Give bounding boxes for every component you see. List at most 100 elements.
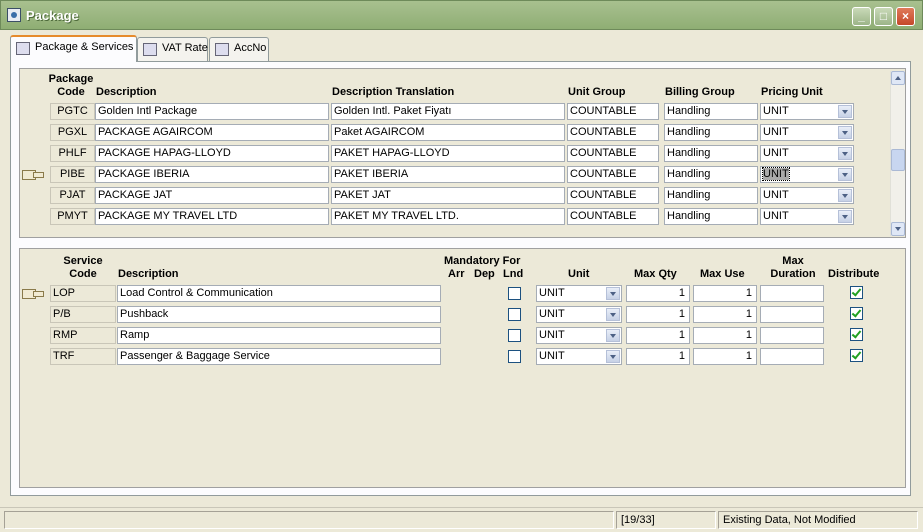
service-description-field-text: Load Control & Communication bbox=[120, 287, 273, 299]
max-use-field[interactable]: 1 bbox=[693, 306, 757, 323]
package-translation-field-text: Paket AGAIRCOM bbox=[334, 126, 425, 138]
package-billing-group-field[interactable]: Handling bbox=[664, 145, 758, 162]
package-unit-group-field[interactable]: COUNTABLE bbox=[567, 208, 659, 225]
package-unit-group-field[interactable]: COUNTABLE bbox=[567, 166, 659, 183]
minimize-icon[interactable]: _ bbox=[852, 7, 871, 26]
package-description-field-text: PACKAGE JAT bbox=[98, 189, 173, 201]
packages-scrollbar[interactable] bbox=[890, 71, 905, 236]
package-code-cell: PHLF bbox=[50, 145, 95, 162]
max-qty-field[interactable]: 1 bbox=[626, 348, 690, 365]
package-pricing-unit-select[interactable]: UNIT bbox=[760, 145, 854, 162]
package-billing-group-field[interactable]: Handling bbox=[664, 187, 758, 204]
max-qty-field[interactable]: 1 bbox=[626, 327, 690, 344]
package-translation-field[interactable]: PAKET IBERIA bbox=[331, 166, 565, 183]
package-description-field[interactable]: PACKAGE IBERIA bbox=[95, 166, 329, 183]
scroll-thumb[interactable] bbox=[891, 149, 905, 171]
package-unit-group-field[interactable]: COUNTABLE bbox=[567, 187, 659, 204]
package-translation-field[interactable]: PAKET MY TRAVEL LTD. bbox=[331, 208, 565, 225]
max-qty-field[interactable]: 1 bbox=[626, 306, 690, 323]
package-description-field[interactable]: PACKAGE HAPAG-LLOYD bbox=[95, 145, 329, 162]
lnd-checkbox[interactable] bbox=[508, 287, 521, 300]
service-description-field-text: Pushback bbox=[120, 308, 169, 320]
package-pricing-unit-select-text: UNIT bbox=[763, 105, 789, 117]
tab-accno[interactable]: AccNo bbox=[209, 37, 269, 61]
package-pricing-unit-select[interactable]: UNIT bbox=[760, 208, 854, 225]
record-position: [19/33] bbox=[616, 511, 716, 529]
lnd-checkbox[interactable] bbox=[508, 329, 521, 342]
lnd-checkbox[interactable] bbox=[508, 350, 521, 363]
max-duration-field[interactable] bbox=[760, 306, 824, 323]
account-icon bbox=[215, 43, 229, 56]
chevron-down-icon[interactable] bbox=[838, 168, 852, 181]
chevron-down-icon[interactable] bbox=[838, 210, 852, 223]
service-description-field[interactable]: Load Control & Communication bbox=[117, 285, 441, 302]
tab-package-services[interactable]: Package & Services bbox=[10, 35, 137, 62]
chevron-down-icon[interactable] bbox=[838, 105, 852, 118]
package-billing-group-field[interactable]: Handling bbox=[664, 166, 758, 183]
distribute-checkbox[interactable] bbox=[850, 349, 863, 362]
package-description-field[interactable]: PACKAGE AGAIRCOM bbox=[95, 124, 329, 141]
max-use-field[interactable]: 1 bbox=[693, 327, 757, 344]
service-description-field[interactable]: Passenger & Baggage Service bbox=[117, 348, 441, 365]
status-bar: [19/33] Existing Data, Not Modified bbox=[0, 507, 923, 532]
table-row: PGXL PACKAGE AGAIRCOM Paket AGAIRCOM COUNTA… bbox=[20, 124, 880, 142]
tab-vat-rate[interactable]: VAT Rate bbox=[137, 37, 208, 61]
header-dep: Dep bbox=[474, 268, 495, 280]
package-description-field[interactable]: PACKAGE MY TRAVEL LTD bbox=[95, 208, 329, 225]
chevron-down-icon[interactable] bbox=[606, 350, 620, 363]
chevron-down-icon[interactable] bbox=[838, 189, 852, 202]
package-billing-group-field[interactable]: Handling bbox=[664, 208, 758, 225]
package-pricing-unit-select[interactable]: UNIT bbox=[760, 166, 854, 183]
chevron-down-icon[interactable] bbox=[606, 329, 620, 342]
package-unit-group-field[interactable]: COUNTABLE bbox=[567, 145, 659, 162]
max-duration-field[interactable] bbox=[760, 285, 824, 302]
package-description-field[interactable]: Golden Intl Package bbox=[95, 103, 329, 120]
package-pricing-unit-select[interactable]: UNIT bbox=[760, 103, 854, 120]
close-icon[interactable]: × bbox=[896, 7, 915, 26]
package-unit-group-field-text: COUNTABLE bbox=[570, 105, 637, 117]
package-translation-field[interactable]: PAKET JAT bbox=[331, 187, 565, 204]
service-unit-select[interactable]: UNIT bbox=[536, 306, 622, 323]
package-description-field-text: PACKAGE IBERIA bbox=[98, 168, 190, 180]
tab-label: AccNo bbox=[234, 42, 267, 54]
package-translation-field[interactable]: Golden Intl. Paket Fiyatı bbox=[331, 103, 565, 120]
package-unit-group-field[interactable]: COUNTABLE bbox=[567, 124, 659, 141]
service-description-field[interactable]: Pushback bbox=[117, 306, 441, 323]
package-billing-group-field[interactable]: Handling bbox=[664, 103, 758, 120]
service-code-cell: P/B bbox=[50, 306, 116, 323]
scroll-down-icon[interactable] bbox=[891, 222, 905, 236]
package-pricing-unit-select[interactable]: UNIT bbox=[760, 187, 854, 204]
distribute-checkbox[interactable] bbox=[850, 328, 863, 341]
distribute-checkbox[interactable] bbox=[850, 307, 863, 320]
table-row: PJAT PACKAGE JAT PAKET JAT COUNTABLE Handlin… bbox=[20, 187, 880, 205]
max-use-field[interactable]: 1 bbox=[693, 348, 757, 365]
header-unit: Unit bbox=[568, 268, 590, 280]
service-description-field[interactable]: Ramp bbox=[117, 327, 441, 344]
service-unit-select[interactable]: UNIT bbox=[536, 327, 622, 344]
distribute-checkbox[interactable] bbox=[850, 286, 863, 299]
package-description-field[interactable]: PACKAGE JAT bbox=[95, 187, 329, 204]
service-unit-select[interactable]: UNIT bbox=[536, 348, 622, 365]
chevron-down-icon[interactable] bbox=[838, 147, 852, 160]
max-use-field-text: 1 bbox=[745, 287, 752, 299]
chevron-down-icon[interactable] bbox=[838, 126, 852, 139]
package-unit-group-field[interactable]: COUNTABLE bbox=[567, 103, 659, 120]
table-row: LOP Load Control & Communication UNIT 1 1 bbox=[20, 285, 890, 303]
max-duration-field[interactable] bbox=[760, 327, 824, 344]
package-translation-field-text: PAKET HAPAG-LLOYD bbox=[334, 147, 450, 159]
maximize-icon[interactable]: □ bbox=[874, 7, 893, 26]
package-translation-field[interactable]: Paket AGAIRCOM bbox=[331, 124, 565, 141]
service-unit-select[interactable]: UNIT bbox=[536, 285, 622, 302]
service-description-field-text: Passenger & Baggage Service bbox=[120, 350, 270, 362]
chevron-down-icon[interactable] bbox=[606, 308, 620, 321]
max-use-field[interactable]: 1 bbox=[693, 285, 757, 302]
chevron-down-icon[interactable] bbox=[606, 287, 620, 300]
lnd-checkbox[interactable] bbox=[508, 308, 521, 321]
scroll-up-icon[interactable] bbox=[891, 71, 905, 85]
max-duration-field[interactable] bbox=[760, 348, 824, 365]
max-qty-field[interactable]: 1 bbox=[626, 285, 690, 302]
package-billing-group-field[interactable]: Handling bbox=[664, 124, 758, 141]
package-unit-group-field-text: COUNTABLE bbox=[570, 210, 637, 222]
package-translation-field[interactable]: PAKET HAPAG-LLOYD bbox=[331, 145, 565, 162]
package-pricing-unit-select[interactable]: UNIT bbox=[760, 124, 854, 141]
